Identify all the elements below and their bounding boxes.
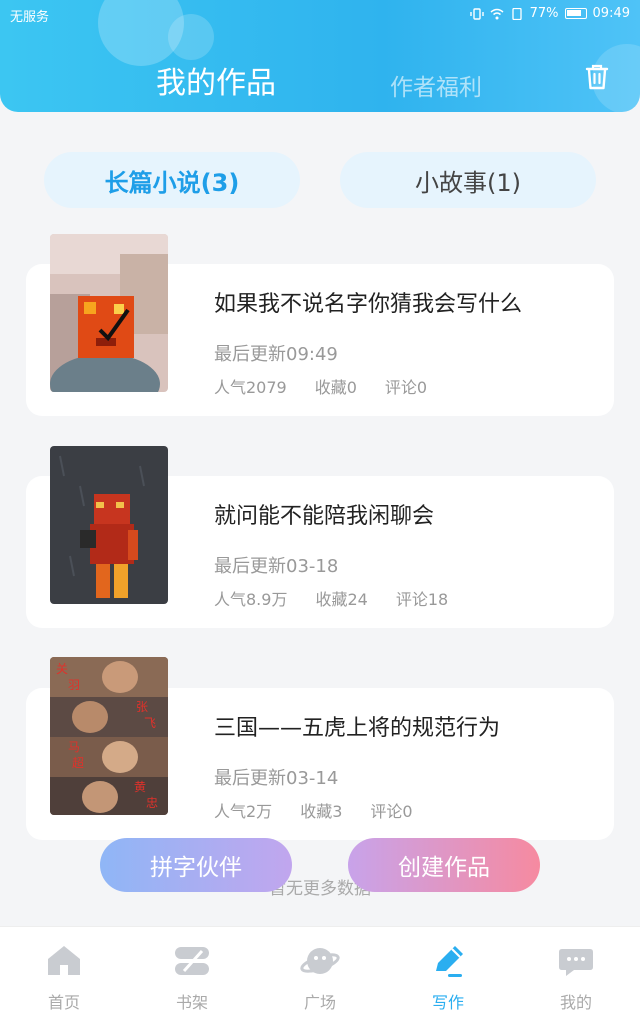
cover-label: 马 — [68, 740, 80, 754]
pen-icon — [436, 946, 463, 977]
create-work-button[interactable]: 创建作品 — [348, 838, 540, 892]
clock: 09:49 — [592, 6, 630, 21]
comments-count: 评论0 — [384, 378, 428, 397]
vibrate-icon — [469, 7, 484, 20]
nav-label: 书架 — [175, 993, 208, 1012]
nav-label: 首页 — [47, 993, 80, 1012]
status-right: 77% 09:49 — [469, 6, 630, 21]
planet-icon — [300, 948, 340, 974]
nav-plaza[interactable]: 广场 — [256, 927, 384, 1025]
nav-bookshelf[interactable]: 书架 — [128, 927, 256, 1025]
cover-label: 黄 — [134, 780, 146, 794]
status-bar: 无服务 77% 09:49 — [0, 0, 640, 30]
book-updated-time: 最后更新03-18 — [214, 556, 339, 577]
nav-home[interactable]: 首页 — [0, 927, 128, 1025]
carrier-text: 无服务 — [10, 10, 50, 25]
no-more-data-text: 暂无更多数据 — [269, 879, 371, 899]
popularity-count: 人气2万 — [214, 802, 273, 821]
nav-mine[interactable]: 我的 — [512, 927, 640, 1025]
book-stats: 人气2万 收藏3 评论0 — [214, 798, 413, 822]
header: 无服务 77% 09:49 我的作品 作者福利 — [0, 0, 640, 112]
partner-button[interactable]: 拼字伙伴 — [100, 838, 292, 892]
home-icon — [48, 946, 80, 975]
popularity-count: 人气2079 — [214, 378, 287, 397]
book-title: 三国——五虎上将的规范行为 — [214, 716, 501, 741]
cover-label: 张 — [136, 700, 148, 714]
book-updated-time: 最后更新03-14 — [214, 768, 339, 789]
book-cover-image[interactable] — [50, 446, 168, 604]
bottom-nav: 首页 书架 广场 写作 我的 — [0, 926, 640, 1025]
cover-label: 忠 — [146, 796, 158, 810]
book-title: 就问能不能陪我闲聊会 — [214, 504, 435, 529]
comments-count: 评论0 — [370, 802, 413, 821]
comments-count: 评论18 — [395, 590, 449, 609]
popularity-count: 人气8.9万 — [214, 590, 288, 609]
nav-label: 我的 — [559, 993, 592, 1012]
cover-label: 关 — [56, 662, 68, 676]
category-long-novel[interactable]: 长篇小说(3) — [44, 152, 300, 208]
battery-icon — [564, 8, 587, 19]
nav-write[interactable]: 写作 — [384, 927, 512, 1025]
tab-my-works[interactable]: 我的作品 — [156, 58, 276, 102]
sim-icon — [511, 7, 522, 20]
favorites-count: 收藏3 — [300, 802, 343, 821]
chat-bubble-icon — [559, 949, 593, 976]
book-stats: 人气2079 收藏0 评论0 — [214, 374, 427, 398]
cover-label: 羽 — [68, 678, 80, 692]
cover-label: 飞 — [144, 716, 156, 730]
wifi-icon — [490, 8, 504, 19]
favorites-count: 收藏24 — [315, 590, 368, 609]
bookshelf-icon — [175, 947, 209, 975]
book-updated-time: 最后更新09:49 — [214, 344, 338, 365]
favorites-count: 收藏0 — [314, 378, 357, 397]
trash-icon[interactable] — [582, 62, 612, 92]
nav-label: 写作 — [431, 993, 464, 1012]
battery-percent: 77% — [529, 6, 559, 21]
book-cover-image[interactable] — [50, 234, 168, 392]
book-title: 如果我不说名字你猜我会写什么 — [214, 292, 523, 317]
category-short-story[interactable]: 小故事(1) — [340, 152, 596, 208]
book-cover-image[interactable]: 关 羽 张 飞 马 超 黄 忠 — [50, 657, 168, 815]
tab-author-benefits[interactable]: 作者福利 — [390, 68, 482, 102]
book-stats: 人气8.9万 收藏24 评论18 — [214, 586, 448, 610]
nav-label: 广场 — [303, 993, 336, 1012]
cover-label: 超 — [72, 755, 84, 770]
